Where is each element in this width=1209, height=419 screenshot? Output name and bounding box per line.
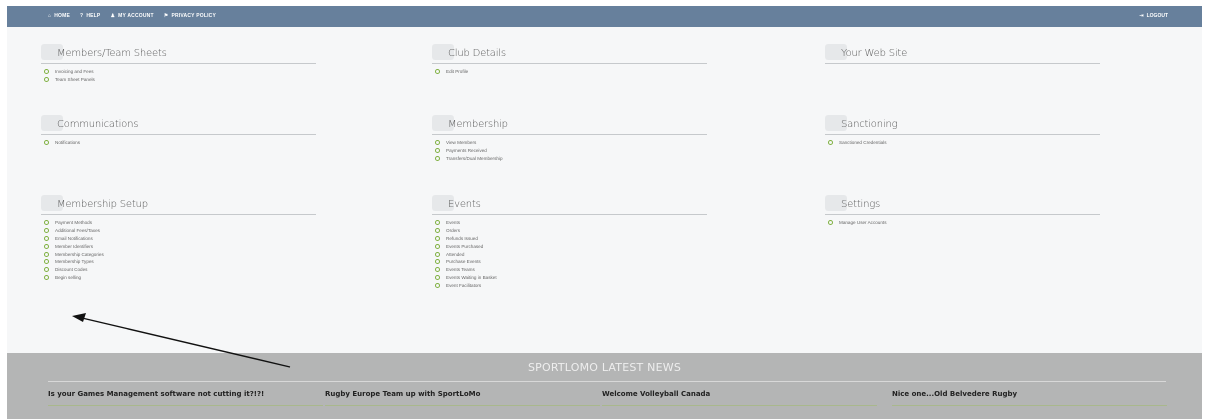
- annotation-arrow: [72, 313, 291, 368]
